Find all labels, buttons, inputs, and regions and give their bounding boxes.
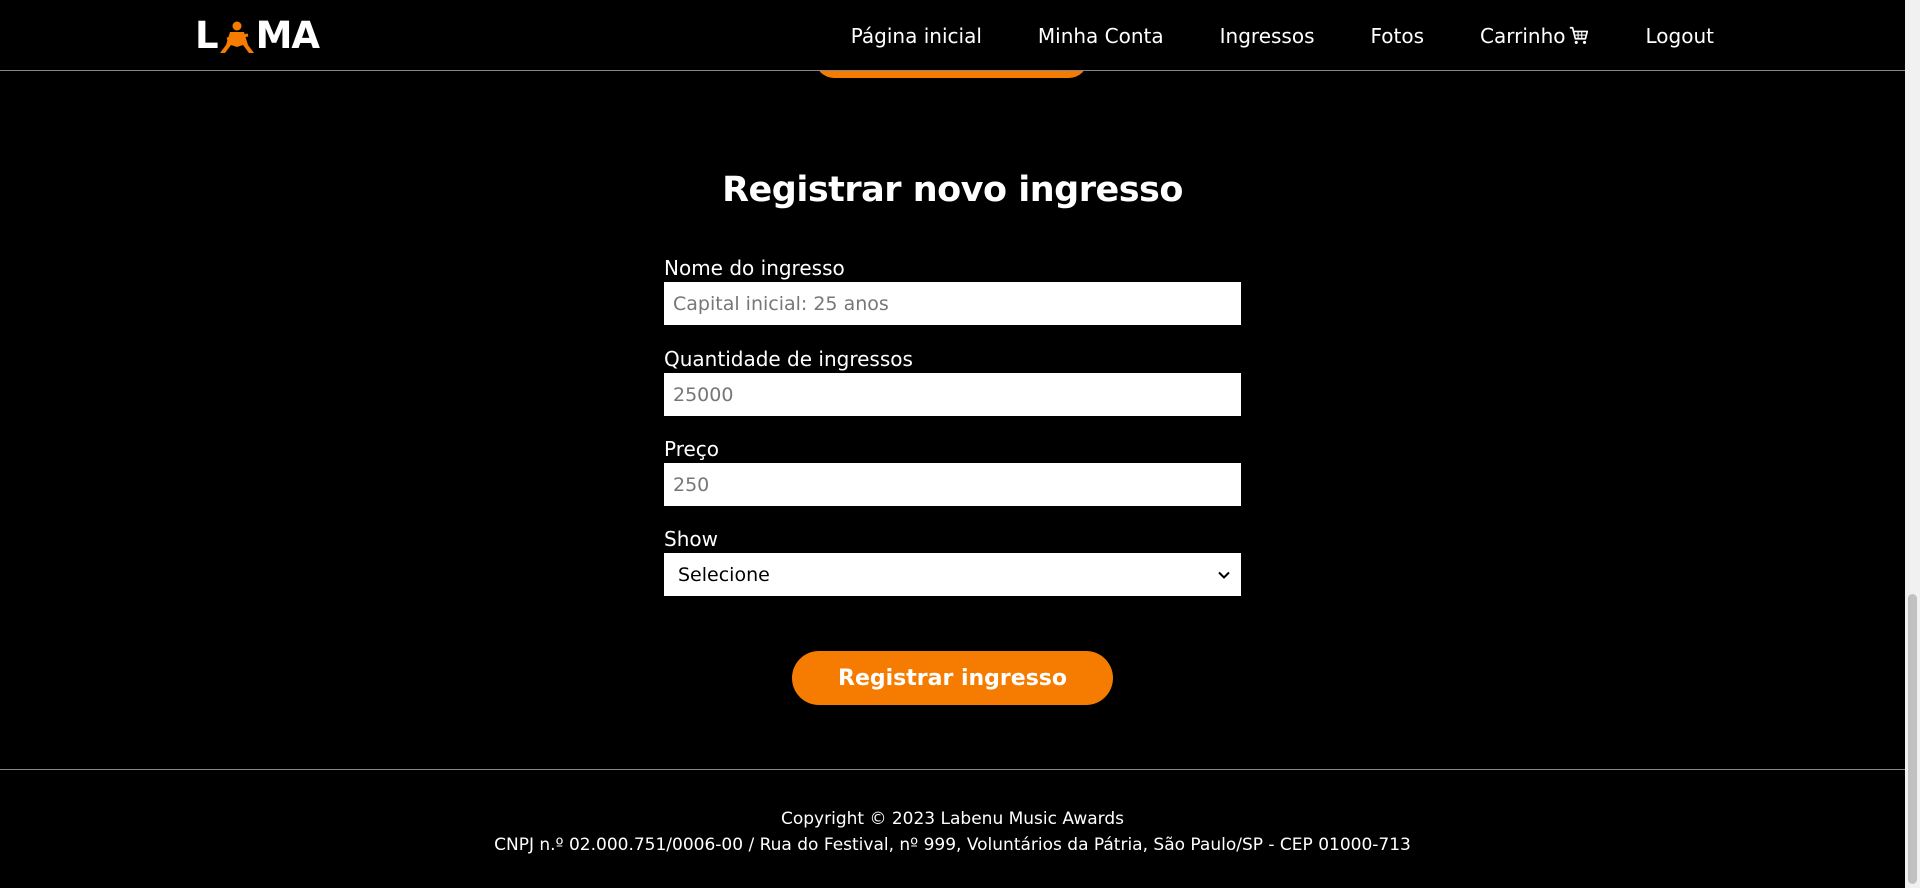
nav-photos[interactable]: Fotos: [1371, 24, 1425, 48]
top-navbar: L MA Página inicial Minha Conta Ingresso…: [0, 0, 1905, 71]
form-title: Registrar novo ingresso: [722, 170, 1183, 210]
nav-tickets[interactable]: Ingressos: [1220, 24, 1315, 48]
ticket-price-label: Preço: [664, 437, 720, 461]
ticket-quantity-label: Quantidade de ingressos: [664, 347, 913, 371]
nav-my-account-label: Minha Conta: [1037, 23, 1164, 48]
ticket-price-input[interactable]: [664, 463, 1241, 506]
main-nav: Página inicial Minha Conta Ingressos Fot…: [795, 0, 1714, 71]
nav-home[interactable]: Página inicial: [851, 24, 982, 48]
ticket-name-input[interactable]: [664, 282, 1241, 325]
footer-copyright: Copyright © 2023 Labenu Music Awards: [780, 809, 1124, 829]
cart-icon: [1569, 26, 1588, 44]
nav-cart-label: Carrinho: [1480, 23, 1566, 48]
guitarist-icon: [219, 21, 254, 53]
vertical-scrollbar[interactable]: [1905, 0, 1920, 888]
page: L MA Página inicial Minha Conta Ingresso…: [0, 0, 1905, 888]
logo-letter-l: L: [195, 13, 219, 57]
footer-address: CNPJ n.º 02.000.751/0006-00 / Rua do Fes…: [494, 835, 1411, 855]
nav-cart[interactable]: Carrinho: [1480, 24, 1589, 48]
logo-letters-ma: MA: [255, 13, 320, 57]
ticket-name-label: Nome do ingresso: [664, 256, 845, 280]
nav-logout[interactable]: Logout: [1646, 24, 1714, 48]
show-select-value: Selecione: [678, 563, 770, 586]
chevron-down-icon: [1218, 571, 1230, 579]
footer: Copyright © 2023 Labenu Music Awards CNP…: [0, 769, 1905, 888]
show-select[interactable]: Selecione: [664, 553, 1241, 596]
ticket-price-field: Preço: [664, 436, 1241, 506]
scrollbar-thumb[interactable]: [1908, 594, 1917, 884]
ticket-name-field: Nome do ingresso: [664, 255, 1241, 325]
ticket-quantity-input[interactable]: [664, 373, 1241, 416]
register-ticket-button[interactable]: Registrar ingresso: [792, 651, 1113, 705]
ticket-quantity-field: Quantidade de ingressos: [664, 346, 1241, 416]
nav-tickets-label: Ingressos: [1219, 23, 1315, 48]
logo[interactable]: L MA: [195, 13, 320, 57]
show-field: Show Selecione: [664, 526, 1241, 596]
nav-logout-label: Logout: [1645, 23, 1714, 48]
show-label: Show: [664, 527, 718, 551]
nav-my-account[interactable]: Minha Conta: [1038, 24, 1164, 48]
nav-photos-label: Fotos: [1370, 23, 1425, 48]
nav-home-label: Página inicial: [850, 23, 982, 48]
